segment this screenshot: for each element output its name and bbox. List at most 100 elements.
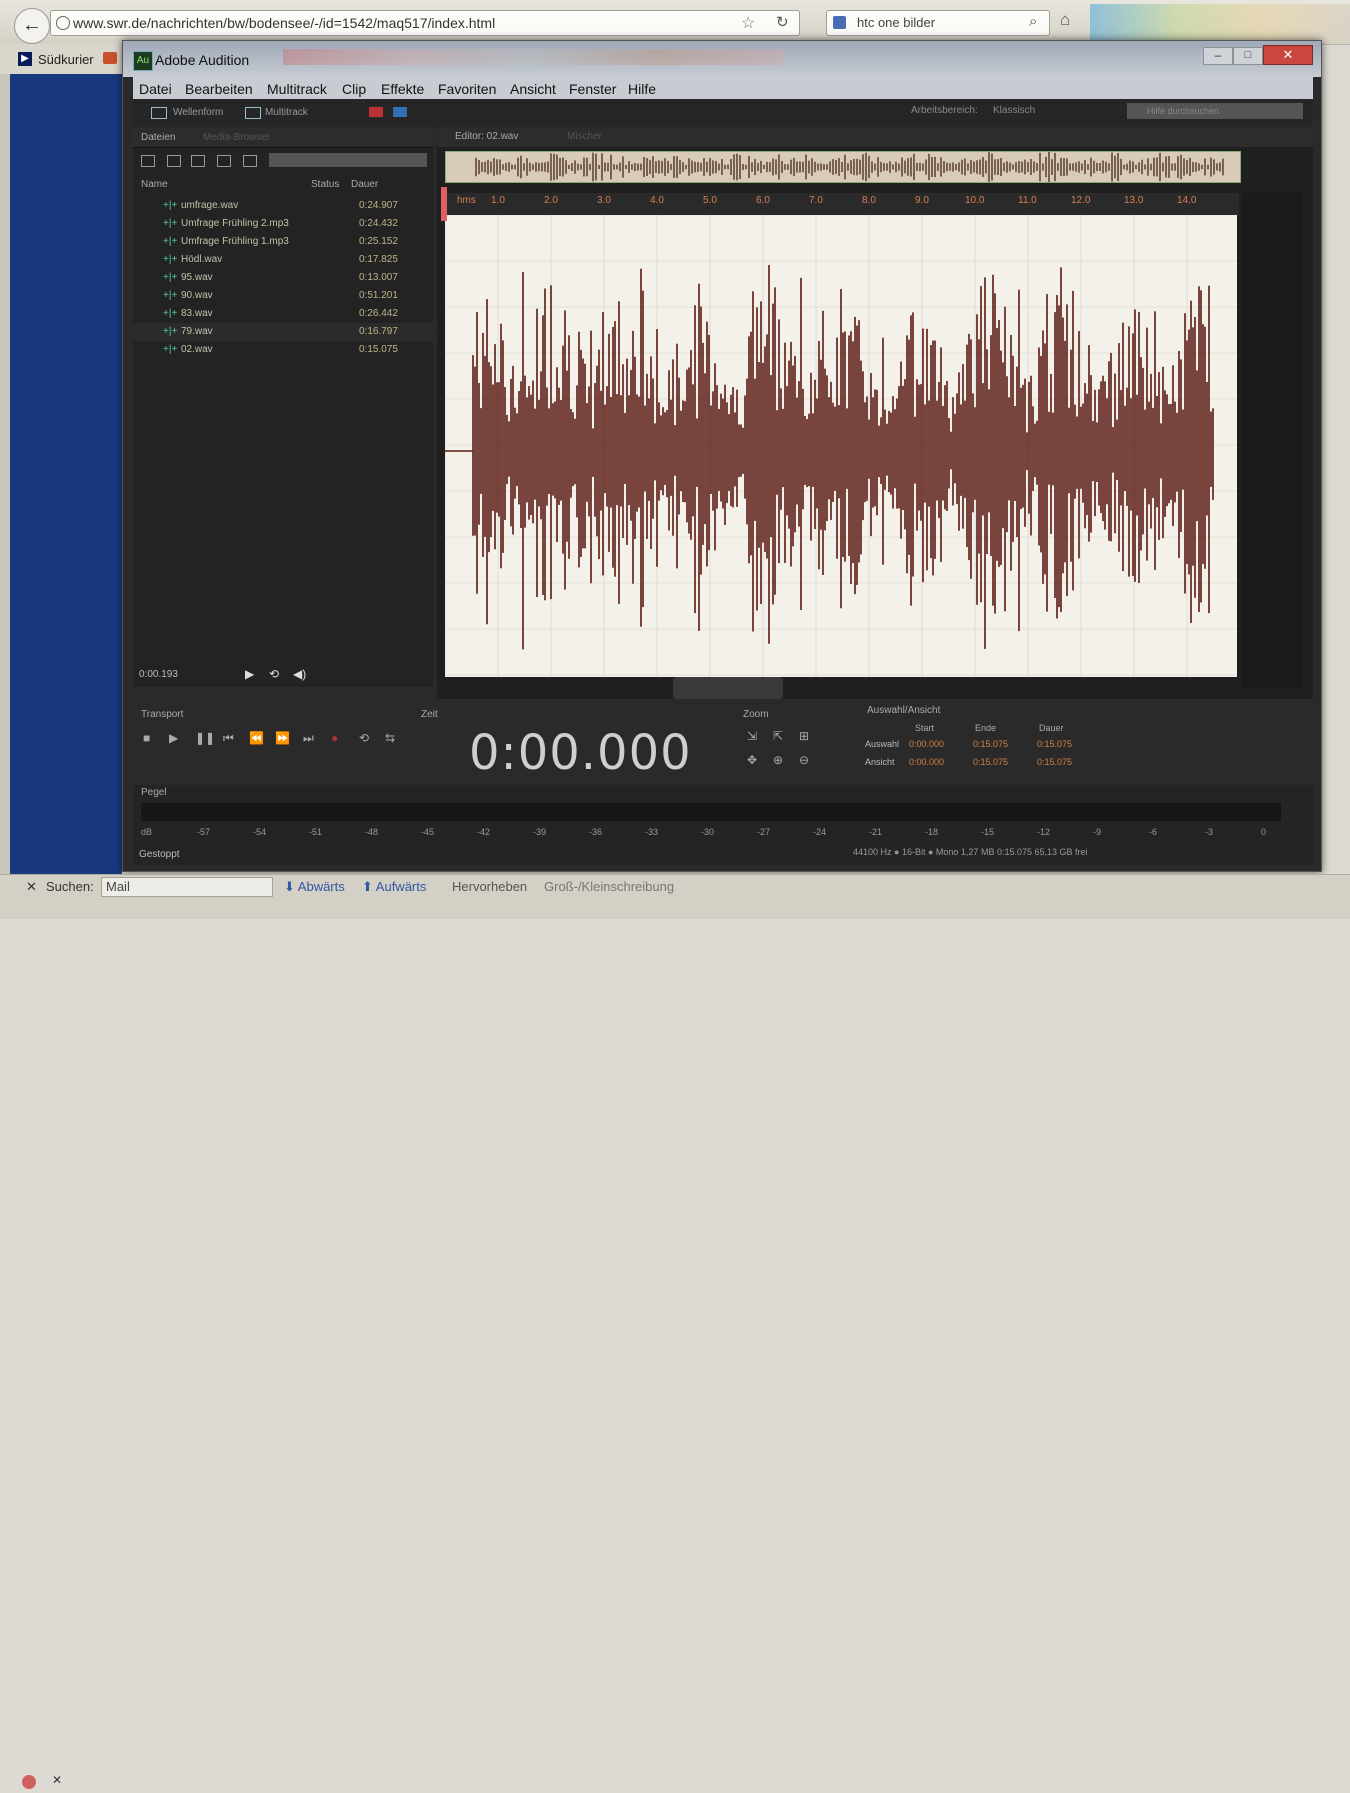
editor-panel: Editor: 02.wav Mischer hms 1.0 2.0 3.0 4… xyxy=(437,127,1313,699)
skip-back-icon[interactable]: ⏮ xyxy=(223,731,234,746)
record-icon[interactable]: ● xyxy=(331,731,338,745)
find-previous-button[interactable]: ⬆ Aufwärts xyxy=(362,879,426,895)
new-file-icon[interactable] xyxy=(191,155,205,167)
zoom-out-icon[interactable]: ⊖ xyxy=(799,753,809,767)
menu-effekte[interactable]: Effekte xyxy=(381,81,424,97)
trash-icon[interactable] xyxy=(243,155,257,167)
menu-ansicht[interactable]: Ansicht xyxy=(510,81,556,97)
tab-files[interactable]: Dateien xyxy=(141,132,175,143)
multitrack-icon[interactable] xyxy=(245,107,261,119)
menu-bearbeiten[interactable]: Bearbeiten xyxy=(185,81,253,97)
skip-forward-icon[interactable]: ⏭ xyxy=(303,731,314,746)
file-row[interactable]: +|+ 02.wav 0:15.075 xyxy=(133,341,433,359)
bookmark-star-icon[interactable]: ☆ xyxy=(741,13,755,33)
help-search-input[interactable]: Hilfe durchsuchen xyxy=(1127,103,1303,119)
tab-editor[interactable]: Editor: 02.wav xyxy=(455,131,518,142)
meter-scale-label: -33 xyxy=(645,827,659,837)
file-row[interactable]: +|+ 79.wav 0:16.797 xyxy=(133,323,433,341)
editor-hud[interactable] xyxy=(673,677,783,699)
meter-scale-label: -45 xyxy=(421,827,435,837)
files-search-input[interactable] xyxy=(269,153,427,167)
tab-mixer[interactable]: Mischer xyxy=(567,131,602,142)
menu-hilfe[interactable]: Hilfe xyxy=(628,81,656,97)
selection-start[interactable]: 0:00.000 xyxy=(909,739,944,749)
file-row[interactable]: +|+ 90.wav 0:51.201 xyxy=(133,287,433,305)
waveform-view-button[interactable]: Wellenform xyxy=(173,107,223,118)
column-name[interactable]: Name xyxy=(141,179,168,190)
menu-fenster[interactable]: Fenster xyxy=(569,81,616,97)
zoom-in-amplitude-icon[interactable]: ⇲ xyxy=(747,729,757,743)
play-icon[interactable]: ▶ xyxy=(245,667,254,681)
audio-file-icon: +|+ xyxy=(163,200,178,211)
column-status[interactable]: Status xyxy=(311,179,339,190)
column-duration[interactable]: Dauer xyxy=(351,179,378,190)
time-title: Zeit xyxy=(421,709,438,720)
menu-favoriten[interactable]: Favoriten xyxy=(438,81,496,97)
zoom-title: Zoom xyxy=(743,709,769,720)
zoom-out-full-icon[interactable]: ✥ xyxy=(747,753,757,767)
file-row[interactable]: +|+ Hödl.wav 0:17.825 xyxy=(133,251,433,269)
zoom-in-time-icon[interactable]: ⊞ xyxy=(799,729,809,743)
reload-icon[interactable]: ↻ xyxy=(776,13,789,31)
view-start[interactable]: 0:00.000 xyxy=(909,757,944,767)
minimize-button[interactable]: – xyxy=(1203,47,1233,65)
search-engine-icon[interactable] xyxy=(833,16,846,29)
waveform-icon[interactable] xyxy=(151,107,167,119)
ruler-tick: 2.0 xyxy=(544,195,558,206)
search-icon[interactable]: ⌕ xyxy=(1029,13,1037,30)
view-end[interactable]: 0:15.075 xyxy=(973,757,1008,767)
file-row[interactable]: +|+ Umfrage Frühling 2.mp3 0:24.432 xyxy=(133,215,433,233)
rewind-icon[interactable]: ⏪ xyxy=(249,731,264,745)
waveform-overview[interactable] xyxy=(445,151,1241,183)
zoom-in-icon[interactable]: ⊕ xyxy=(773,753,783,767)
close-button[interactable]: ✕ xyxy=(1263,45,1313,65)
meter-scale-label: -48 xyxy=(365,827,379,837)
fast-forward-icon[interactable]: ⏩ xyxy=(275,731,290,745)
playhead-marker[interactable] xyxy=(441,187,447,221)
menu-clip[interactable]: Clip xyxy=(342,81,366,97)
volume-icon[interactable]: ◀) xyxy=(293,667,306,681)
back-button[interactable]: ← xyxy=(14,8,50,44)
match-case-checkbox[interactable]: Groß-/Kleinschreibung xyxy=(544,879,674,894)
file-row[interactable]: +|+ Umfrage Frühling 1.mp3 0:25.152 xyxy=(133,233,433,251)
file-row[interactable]: +|+ umfrage.wav 0:24.907 xyxy=(133,197,433,215)
view-duration[interactable]: 0:15.075 xyxy=(1037,757,1072,767)
skip-selection-icon[interactable]: ⇆ xyxy=(385,731,395,745)
loop-icon[interactable]: ⟲ xyxy=(359,731,369,745)
tab-media-browser[interactable]: Media-Browser xyxy=(203,132,270,143)
addon-status-icon[interactable] xyxy=(22,1775,36,1789)
menu-datei[interactable]: Datei xyxy=(139,81,172,97)
maximize-button[interactable]: □ xyxy=(1233,47,1263,65)
file-row[interactable]: +|+ 95.wav 0:13.007 xyxy=(133,269,433,287)
import-file-icon[interactable] xyxy=(167,155,181,167)
home-icon[interactable]: ⌂ xyxy=(1060,10,1070,30)
close-icon[interactable]: ✕ xyxy=(52,1773,62,1787)
insert-icon[interactable] xyxy=(217,155,231,167)
zoom-out-amplitude-icon[interactable]: ⇱ xyxy=(773,729,783,743)
waveform-display[interactable] xyxy=(445,215,1237,677)
pause-icon[interactable]: ❚❚ xyxy=(195,731,215,745)
amplitude-scale xyxy=(1243,193,1303,689)
audition-window: Au Adobe Audition – □ ✕ Datei Bearbeiten… xyxy=(122,40,1322,872)
find-next-button[interactable]: ⬇ Abwärts xyxy=(284,879,345,895)
menu-multitrack[interactable]: Multitrack xyxy=(267,81,327,97)
search-bar[interactable]: htc one bilder ⌕ xyxy=(826,10,1050,36)
open-file-icon[interactable] xyxy=(141,155,155,167)
bookmark-item[interactable]: Südkurier xyxy=(38,52,94,67)
selection-end[interactable]: 0:15.075 xyxy=(973,739,1008,749)
find-input[interactable]: Mail xyxy=(101,877,273,897)
stop-icon[interactable]: ■ xyxy=(143,731,150,745)
spectral-frequency-icon[interactable] xyxy=(369,107,383,117)
workspace-select[interactable]: Klassisch xyxy=(993,105,1035,116)
time-ruler[interactable]: hms 1.0 2.0 3.0 4.0 5.0 6.0 7.0 8.0 9.0 … xyxy=(445,193,1239,215)
file-row[interactable]: +|+ 83.wav 0:26.442 xyxy=(133,305,433,323)
close-icon[interactable]: ✕ xyxy=(26,879,37,895)
play-icon[interactable]: ▶ xyxy=(169,731,178,745)
selection-duration[interactable]: 0:15.075 xyxy=(1037,739,1072,749)
multitrack-view-button[interactable]: Multitrack xyxy=(265,107,308,118)
bookmark-icon[interactable] xyxy=(103,52,117,64)
url-bar[interactable]: www.swr.de/nachrichten/bw/bodensee/-/id=… xyxy=(50,10,800,36)
loop-icon[interactable]: ⟲ xyxy=(269,667,279,681)
highlight-button[interactable]: Hervorheben xyxy=(452,879,527,894)
spectral-pitch-icon[interactable] xyxy=(393,107,407,117)
